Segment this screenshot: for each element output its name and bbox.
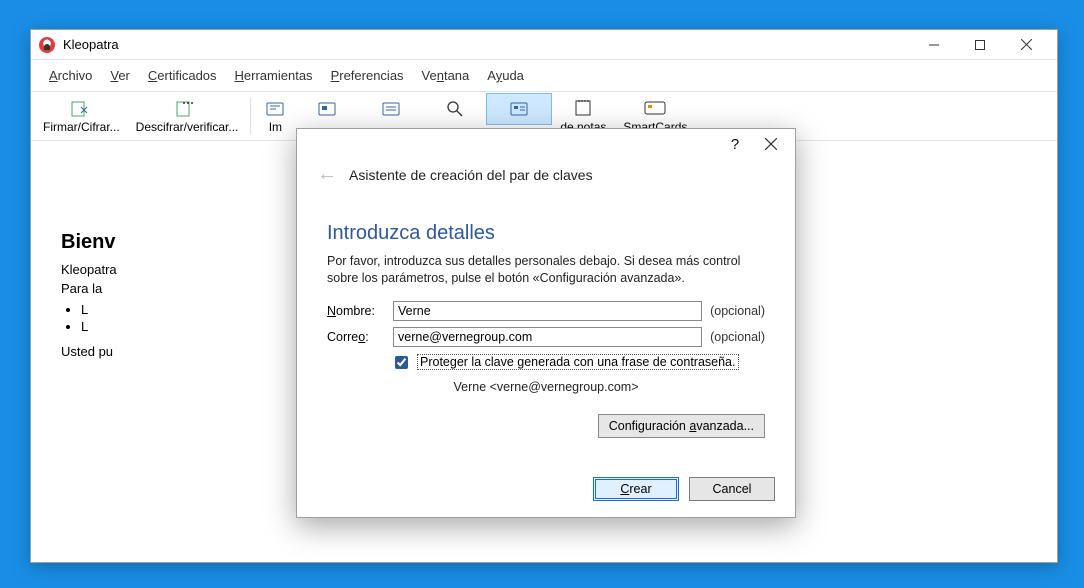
- minimize-button[interactable]: [911, 30, 957, 60]
- card3-icon: [507, 98, 531, 118]
- decrypt-verify-icon: [175, 98, 199, 118]
- section-heading: Introduzca detalles: [327, 222, 765, 245]
- menu-ver[interactable]: Ver: [102, 64, 138, 87]
- menu-label: ertificados: [157, 68, 216, 83]
- email-row: Correo: (opcional): [327, 327, 765, 347]
- card1-icon: [315, 98, 339, 118]
- toolbar-card2-button[interactable]: [359, 94, 423, 124]
- sign-encrypt-button[interactable]: Firmar/Cifrar...: [35, 94, 128, 138]
- maximize-icon: [975, 40, 985, 50]
- menu-label: tana: [444, 68, 469, 83]
- email-input[interactable]: [393, 327, 702, 347]
- smartcard-icon: [643, 98, 667, 118]
- menu-label: referencias: [339, 68, 403, 83]
- dialog-titlebar: ?: [297, 129, 795, 159]
- back-icon[interactable]: ←: [317, 163, 337, 186]
- menu-label: er: [118, 68, 130, 83]
- titlebar: Kleopatra: [31, 30, 1057, 60]
- toolbar-card1-button[interactable]: [295, 94, 359, 124]
- menu-herramientas[interactable]: Herramientas: [227, 64, 321, 87]
- close-icon: [1021, 39, 1032, 50]
- dialog-body: Introduzca detalles Por favor, introduzc…: [297, 198, 795, 461]
- close-button[interactable]: [1003, 30, 1049, 60]
- advanced-config-button[interactable]: Configuración avanzada...: [598, 414, 765, 438]
- card2-icon: [379, 98, 403, 118]
- close-icon: [765, 138, 777, 150]
- dialog-header: ← Asistente de creación del par de clave…: [297, 159, 795, 198]
- name-label: Nombre:: [327, 304, 385, 318]
- import-icon: [263, 98, 287, 118]
- protect-label[interactable]: Proteger la clave generada con una frase…: [417, 354, 739, 370]
- help-icon: ?: [731, 136, 739, 153]
- optional-hint: (opcional): [710, 304, 765, 318]
- maximize-button[interactable]: [957, 30, 1003, 60]
- menu-label: Ve: [422, 68, 437, 83]
- search-icon: [443, 98, 467, 118]
- menu-label: erramientas: [244, 68, 313, 83]
- dialog-buttons: Crear Cancel: [297, 461, 795, 517]
- toolbar-separator: [250, 98, 251, 134]
- toolbar-label: Firmar/Cifrar...: [43, 120, 120, 134]
- import-button[interactable]: Im: [255, 94, 295, 138]
- protect-row: Proteger la clave generada con una frase…: [391, 353, 765, 372]
- menu-label: rchivo: [58, 68, 93, 83]
- dialog-title: Asistente de creación del par de claves: [349, 167, 593, 183]
- toolbar-card3-button[interactable]: [487, 94, 551, 124]
- window-controls: [911, 30, 1049, 60]
- dialog-help-button[interactable]: ?: [717, 130, 753, 158]
- create-button[interactable]: Crear: [593, 477, 679, 501]
- advanced-row: Configuración avanzada...: [327, 414, 765, 438]
- email-label: Correo:: [327, 330, 385, 344]
- notes-icon: [571, 98, 595, 118]
- window-title: Kleopatra: [63, 37, 119, 52]
- protect-checkbox[interactable]: [395, 356, 408, 369]
- toolbar-label: Descifrar/verificar...: [136, 120, 239, 134]
- menu-ayuda[interactable]: Ayuda: [479, 64, 532, 87]
- menubar: Archivo Ver Certificados Herramientas Pr…: [31, 60, 1057, 91]
- menu-certificados[interactable]: Certificados: [140, 64, 225, 87]
- menu-label: A: [487, 68, 495, 83]
- intro-text: Por favor, introduzca sus detalles perso…: [327, 253, 765, 287]
- menu-preferencias[interactable]: Preferencias: [323, 64, 412, 87]
- menu-archivo[interactable]: Archivo: [41, 64, 100, 87]
- cancel-button[interactable]: Cancel: [689, 477, 775, 501]
- optional-hint: (opcional): [710, 330, 765, 344]
- decrypt-verify-button[interactable]: Descifrar/verificar...: [128, 94, 247, 138]
- name-input[interactable]: [393, 301, 702, 321]
- toolbar-label: Im: [269, 120, 282, 134]
- keypair-wizard-dialog: ? ← Asistente de creación del par de cla…: [296, 128, 796, 518]
- toolbar-search-button[interactable]: [423, 94, 487, 124]
- minimize-icon: [929, 40, 939, 50]
- dialog-close-button[interactable]: [753, 130, 789, 158]
- menu-ventana[interactable]: Ventana: [414, 64, 478, 87]
- menu-label: uda: [502, 68, 524, 83]
- identity-preview: Verne <verne@vernegroup.com>: [327, 380, 765, 394]
- desktop: Kleopatra Archivo Ver Certificados Herra…: [0, 0, 1084, 588]
- name-row: Nombre: (opcional): [327, 301, 765, 321]
- app-icon: [39, 37, 55, 53]
- sign-encrypt-icon: [69, 98, 93, 118]
